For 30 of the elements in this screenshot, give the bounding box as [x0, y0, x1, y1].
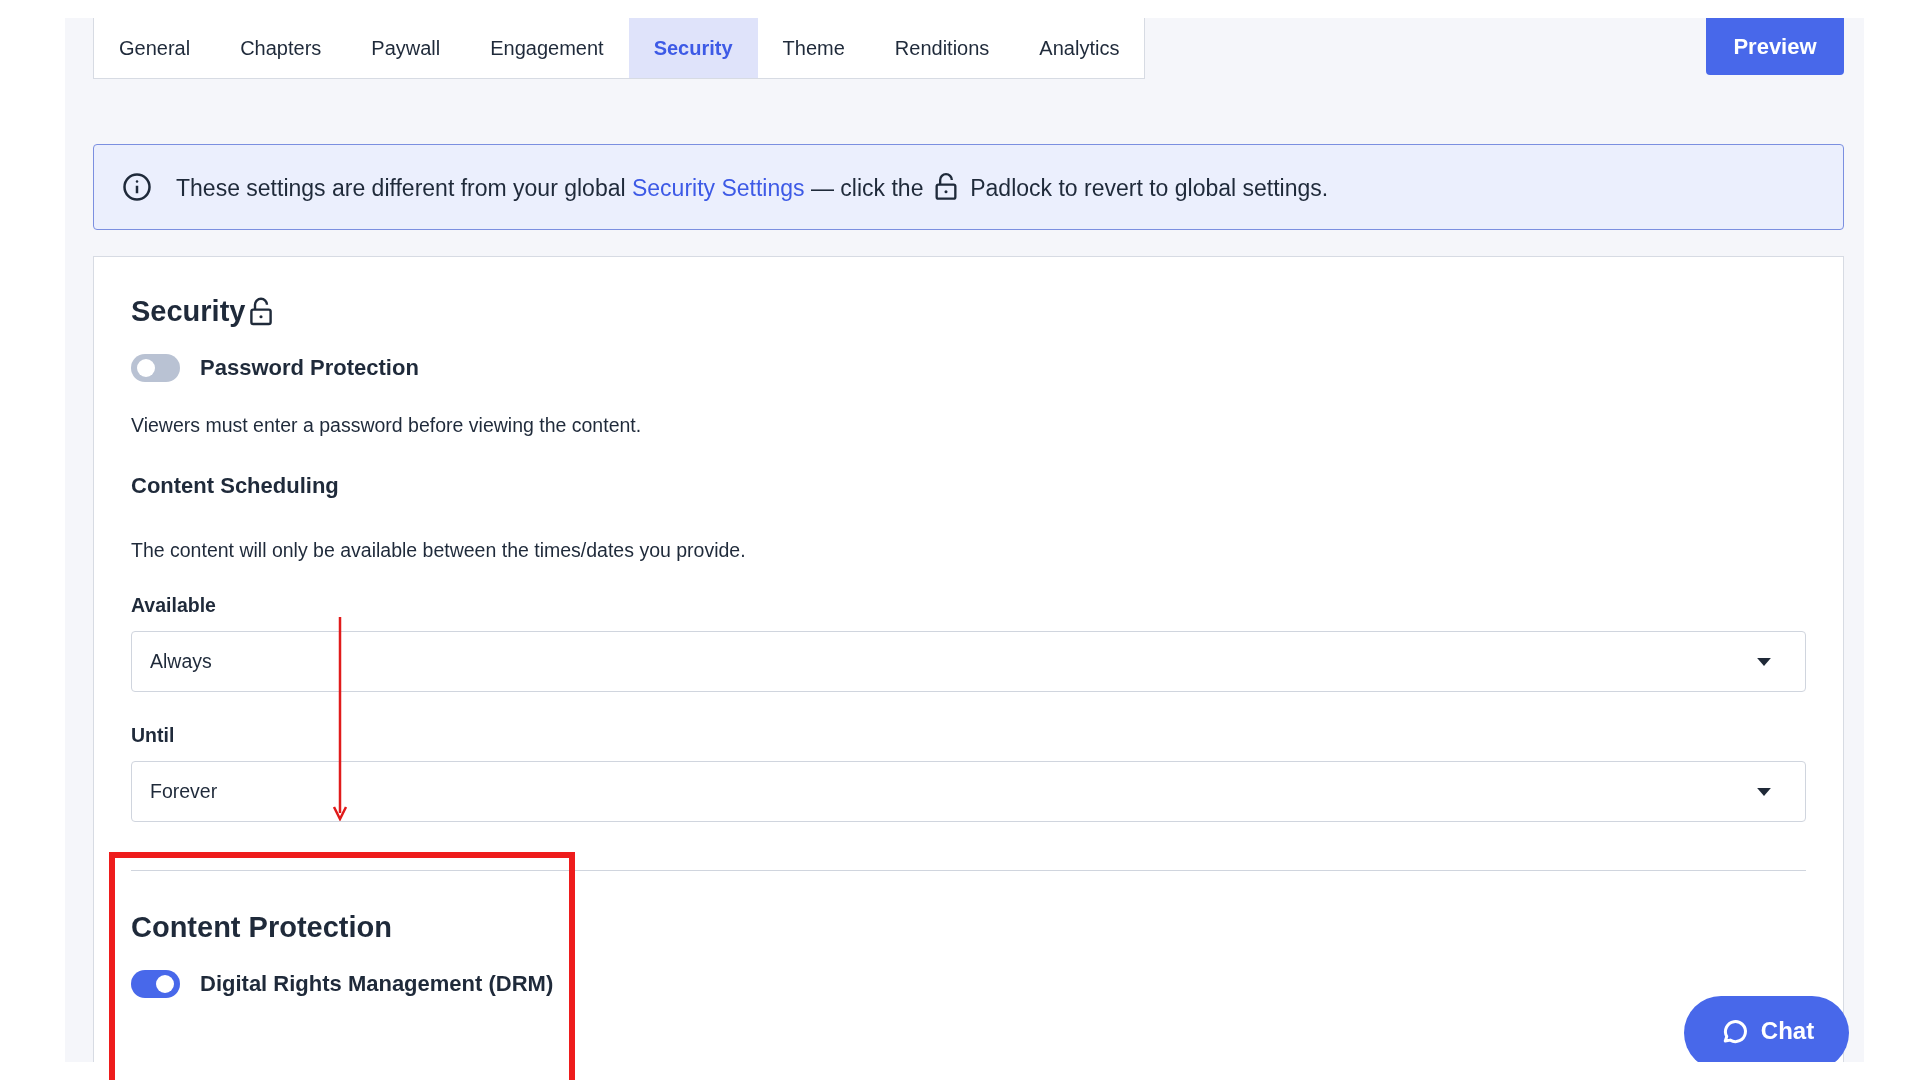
tab[interactable]: Chapters — [215, 18, 347, 78]
section-title: Security — [131, 295, 246, 328]
toggle-switch[interactable] — [131, 354, 180, 382]
tab[interactable]: General — [94, 18, 216, 78]
tab[interactable]: Theme — [757, 18, 870, 78]
dropdown-field[interactable]: Always — [131, 631, 1806, 692]
tab[interactable]: Security — [628, 18, 758, 78]
preview-button[interactable]: Preview — [1706, 18, 1844, 75]
tab[interactable]: Renditions — [869, 18, 1015, 78]
info-icon — [122, 172, 152, 202]
description-text: The content will only be available between the times/dates you provide. — [131, 539, 747, 562]
tab[interactable]: Engagement — [465, 18, 629, 78]
padlock-icon — [249, 296, 274, 327]
toggle-label: Password Protection — [200, 355, 419, 381]
tab[interactable]: Analytics — [1014, 18, 1145, 78]
security-settings-link[interactable]: Security Settings — [632, 174, 805, 201]
section-title: Content Protection — [131, 911, 393, 944]
toggle-label: Digital Rights Management (DRM) — [200, 971, 554, 997]
chat-button[interactable]: Chat — [1684, 996, 1849, 1062]
field-label: Until — [131, 724, 176, 747]
subsection-title: Content Scheduling — [131, 473, 340, 499]
dropdown-field[interactable]: Forever — [131, 761, 1806, 822]
field-label: Available — [131, 594, 217, 617]
description-text: Viewers must enter a password before viewing the content. — [131, 414, 643, 437]
caret-icon — [1757, 657, 1771, 666]
info-message: These settings are different from your global Security Settings — click the Padlock to revert to global settings. — [176, 172, 1329, 202]
toggle-switch[interactable] — [131, 970, 180, 998]
padlock-icon — [933, 172, 958, 201]
caret-icon — [1757, 787, 1771, 796]
tab[interactable]: Paywall — [346, 18, 466, 78]
